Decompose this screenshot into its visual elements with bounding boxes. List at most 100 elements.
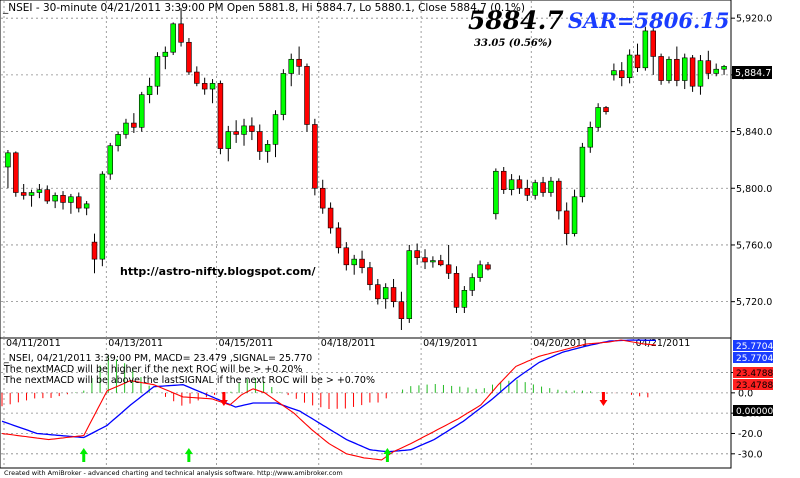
candle-body: [430, 260, 436, 263]
price-tick-label: 5,760.0: [736, 240, 772, 251]
date-tick-label: 04/19/2011: [423, 338, 478, 349]
watermark-url: http://astro-nifty.blogspot.com/: [120, 265, 316, 278]
candle-body: [194, 71, 200, 84]
macd-tag-1: 23.4788: [736, 369, 773, 379]
candle-body: [76, 196, 82, 209]
candle-body: [249, 125, 255, 132]
candle-body: [170, 23, 176, 53]
candle-body: [705, 60, 712, 74]
candle-body: [493, 170, 499, 215]
candle-body: [83, 203, 90, 209]
candle-body: [438, 260, 444, 266]
candle-body: [445, 264, 452, 274]
candle-body: [634, 54, 641, 69]
candle-body: [186, 41, 192, 73]
candle-body: [540, 182, 546, 193]
candle-body: [52, 195, 58, 202]
candle-body: [288, 58, 294, 74]
macd-tick-label: -20.0: [738, 429, 763, 440]
macd-note-2: The nextMACD will be above the lastSIGNA…: [3, 375, 375, 386]
date-tick-label: 04/13/2011: [108, 338, 163, 349]
candle-body: [650, 30, 656, 57]
chart-header: _NSEI - 30-minute 04/21/2011 3:39:00 PM …: [2, 2, 525, 14]
date-tick-label: 04/11/2011: [6, 338, 61, 349]
candle-body: [138, 94, 145, 128]
candle-body: [60, 195, 66, 203]
candle-body: [461, 290, 468, 308]
candle-body: [619, 70, 625, 79]
macd-tick-label: -30.0: [738, 449, 763, 460]
candle-body: [107, 145, 113, 175]
date-tick-label: 04/15/2011: [218, 338, 273, 349]
candle-body: [359, 258, 365, 268]
candle-body: [587, 127, 594, 148]
macd-note-1: The nextMACD will be higher if the next …: [3, 364, 302, 375]
candle-body: [13, 152, 19, 193]
candle-body: [713, 68, 719, 74]
candle-body: [548, 180, 554, 193]
candle-body: [123, 122, 129, 135]
candle-body: [233, 131, 239, 135]
candle-body: [422, 257, 428, 263]
candle-body: [335, 227, 342, 249]
candle-body: [312, 124, 318, 189]
candle-body: [508, 179, 515, 190]
candle-body: [603, 107, 609, 113]
candle-body: [626, 54, 633, 79]
candle-body: [367, 267, 373, 285]
candle-body: [674, 58, 680, 81]
candle-body: [485, 264, 491, 270]
candle-body: [414, 250, 420, 259]
candle-body: [225, 131, 232, 149]
candle-body: [68, 196, 74, 203]
candle-body: [556, 180, 562, 212]
candle-body: [579, 146, 586, 198]
candle-body: [516, 179, 523, 189]
candle-body: [398, 301, 405, 319]
candle-body: [162, 51, 169, 57]
macd-info-line: _NSEI, 04/21/2011 3:39:00 PM, MACD= 23.4…: [3, 353, 312, 364]
candle-body: [327, 207, 334, 229]
price-axis: 5,720.05,760.05,800.05,840.05,880.05,920…: [731, 14, 772, 308]
candle-body: [406, 250, 413, 319]
candle-body: [689, 57, 696, 87]
candle-body: [469, 277, 475, 291]
candle-body: [280, 73, 287, 115]
last-price-tag: 5,884.7: [735, 68, 771, 79]
candle-body: [390, 287, 397, 302]
candle-body: [524, 187, 531, 196]
candle-body: [99, 173, 106, 260]
candle-body: [131, 122, 137, 128]
candle-body: [375, 284, 381, 300]
candle-body: [201, 83, 208, 90]
candle-body: [304, 66, 310, 125]
signal-tag-2: 25.7704: [736, 354, 773, 364]
big-price: 5884.7: [468, 6, 564, 35]
candle-body: [217, 83, 224, 149]
candle-body: [500, 170, 507, 190]
candle-body: [209, 83, 216, 90]
sar-value: SAR=5806.15: [568, 8, 730, 33]
candle-body: [532, 182, 538, 196]
candle-body: [28, 192, 35, 196]
candle-body: [571, 196, 578, 234]
price-change: 33.05 (0.56%): [474, 38, 552, 49]
candle-body: [681, 57, 688, 81]
price-tick-label: 5,720.0: [736, 297, 772, 308]
candle-body: [178, 23, 184, 43]
date-tick-label: 04/18/2011: [321, 338, 376, 349]
candle-body: [154, 56, 161, 87]
zero-tag: 0.00000: [736, 407, 773, 417]
candle-body: [697, 60, 704, 87]
candle-body: [146, 85, 153, 96]
candle-body: [721, 66, 727, 70]
candle-body: [264, 144, 271, 152]
candle-body: [296, 58, 302, 67]
price-tick-label: 5,800.0: [736, 184, 772, 195]
signal-tag-1: 25.7704: [736, 342, 773, 352]
candle-body: [241, 125, 247, 135]
candle-body: [272, 114, 279, 145]
candle-body: [20, 192, 27, 196]
candle-body: [36, 189, 43, 193]
candle-body: [382, 287, 389, 300]
